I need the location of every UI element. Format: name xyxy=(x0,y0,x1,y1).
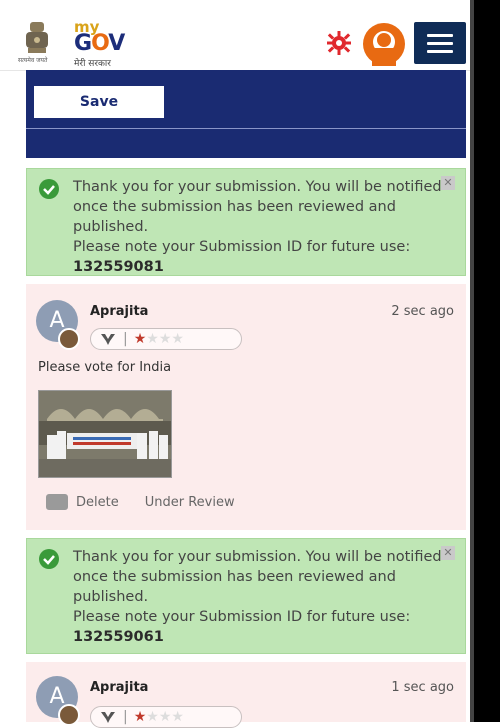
review-status: Under Review xyxy=(144,494,235,510)
logo-gov-text: GOV xyxy=(74,31,125,56)
star-empty-icon: ★★★ xyxy=(146,709,184,725)
comment-author[interactable]: Aprajita xyxy=(90,304,148,319)
emblem-caption: सत्यमेव जयते xyxy=(18,57,48,64)
star-empty-icon: ★★★ xyxy=(146,331,184,347)
badge-icon xyxy=(58,328,80,350)
save-button[interactable]: Save xyxy=(34,86,164,118)
success-alert: ✕ Thank you for your submission. You wil… xyxy=(26,538,466,654)
scroll-track[interactable] xyxy=(470,0,474,722)
comment-author[interactable]: Aprajita xyxy=(90,680,148,695)
alert-message: Thank you for your submission. You will … xyxy=(73,177,457,277)
comment-actions: Delete Under Review xyxy=(46,494,235,510)
app-header: सत्यमेव जयते my GOV मेरी सरकार xyxy=(0,0,470,71)
user-avatar-icon[interactable] xyxy=(362,22,406,66)
comment-card: A Aprajita 2 sec ago | ★ ★★★ Please vote… xyxy=(26,284,466,530)
user-rating: | ★ ★★★ xyxy=(90,706,242,728)
alert-text: Thank you for your submission. You will … xyxy=(73,179,442,235)
scrollbar[interactable] xyxy=(470,0,500,722)
comment-form-panel: Save xyxy=(26,70,466,158)
divider xyxy=(26,128,466,129)
submission-id: 132559061 xyxy=(73,629,164,645)
gear-icon[interactable] xyxy=(326,30,352,56)
comment-text: Please vote for India xyxy=(38,360,172,375)
comment-time: 2 sec ago xyxy=(391,304,454,319)
logo-subtitle: मेरी सरकार xyxy=(74,59,111,69)
comment-card: A Aprajita 1 sec ago | ★ ★★★ xyxy=(26,662,466,728)
alert-text: Thank you for your submission. You will … xyxy=(73,549,442,605)
checkmark-icon xyxy=(39,179,59,199)
badge-icon xyxy=(58,704,80,726)
user-rating: | ★ ★★★ xyxy=(90,328,242,350)
alert-note: Please note your Submission ID for futur… xyxy=(73,239,411,255)
achievement-icon xyxy=(101,334,115,345)
comment-photo[interactable] xyxy=(38,390,172,478)
rating-separator: | xyxy=(123,709,128,725)
comment-icon xyxy=(46,494,68,510)
comment-time: 1 sec ago xyxy=(391,680,454,695)
alert-note: Please note your Submission ID for futur… xyxy=(73,609,411,625)
hamburger-menu-icon[interactable] xyxy=(414,22,466,64)
mygov-logo[interactable]: my GOV मेरी सरकार xyxy=(74,20,125,70)
checkmark-icon xyxy=(39,549,59,569)
delete-link[interactable]: Delete xyxy=(76,495,119,510)
success-alert: ✕ Thank you for your submission. You wil… xyxy=(26,168,466,276)
star-filled-icon: ★ xyxy=(133,709,147,725)
alert-message: Thank you for your submission. You will … xyxy=(73,547,457,647)
submission-id: 132559081 xyxy=(73,259,164,275)
rating-separator: | xyxy=(123,331,128,347)
star-filled-icon: ★ xyxy=(133,331,147,347)
